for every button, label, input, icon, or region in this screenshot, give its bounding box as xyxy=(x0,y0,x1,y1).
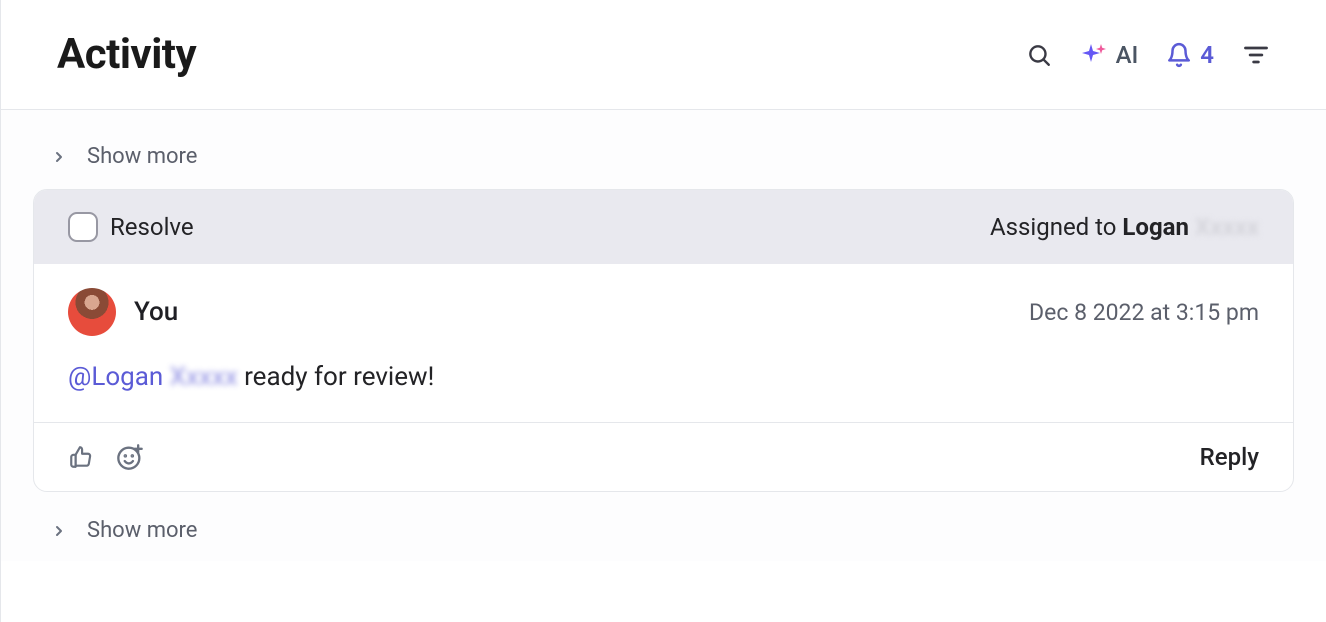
chevron-right-icon xyxy=(51,149,67,165)
search-button[interactable] xyxy=(1026,42,1052,68)
activity-content: Show more Resolve Assigned to Logan Xxxx… xyxy=(1,110,1326,561)
chevron-right-icon xyxy=(51,523,67,539)
assigned-prefix: Assigned to xyxy=(990,213,1122,241)
comment-thread-card: Resolve Assigned to Logan Xxxxx You Dec … xyxy=(33,189,1294,492)
page-title: Activity xyxy=(57,30,196,79)
comment-timestamp: Dec 8 2022 at 3:15 pm xyxy=(1029,299,1259,326)
thumbs-up-icon xyxy=(68,444,94,470)
show-more-top[interactable]: Show more xyxy=(19,136,1308,187)
ai-label: AI xyxy=(1116,41,1139,69)
assigned-name: Logan xyxy=(1122,213,1189,241)
notifications-button[interactable]: 4 xyxy=(1166,41,1214,69)
resolve-label: Resolve xyxy=(110,213,194,241)
add-emoji-button[interactable] xyxy=(116,443,144,471)
show-more-bottom[interactable]: Show more xyxy=(19,510,1308,561)
author-name: You xyxy=(134,297,178,327)
ai-button[interactable]: AI xyxy=(1080,41,1139,69)
show-more-label: Show more xyxy=(87,144,197,169)
comment-meta-row: You Dec 8 2022 at 3:15 pm xyxy=(68,288,1259,336)
search-icon xyxy=(1026,42,1052,68)
resolve-group: Resolve xyxy=(68,212,194,242)
emoji-add-icon xyxy=(116,443,144,471)
mention-handle: @Logan xyxy=(68,362,163,392)
mention-surname: Xxxxx xyxy=(170,362,238,392)
header-actions: AI 4 xyxy=(1026,41,1270,69)
comment-author: You xyxy=(68,288,178,336)
assigned-surname: Xxxxx xyxy=(1195,213,1259,241)
comment-body: ready for review! xyxy=(238,362,435,392)
thread-footer: Reply xyxy=(34,422,1293,491)
bell-icon xyxy=(1166,42,1192,68)
thread-body: You Dec 8 2022 at 3:15 pm @Logan Xxxxx r… xyxy=(34,264,1293,422)
filter-button[interactable] xyxy=(1242,41,1270,69)
comment-text: @Logan Xxxxx ready for review! xyxy=(68,362,1259,392)
thread-header: Resolve Assigned to Logan Xxxxx xyxy=(34,190,1293,264)
reply-button[interactable]: Reply xyxy=(1200,443,1259,471)
resolve-checkbox[interactable] xyxy=(68,212,98,242)
activity-panel: Activity AI xyxy=(0,0,1326,622)
avatar xyxy=(68,288,116,336)
show-more-label: Show more xyxy=(87,518,197,543)
assigned-to: Assigned to Logan Xxxxx xyxy=(990,213,1259,241)
notification-count: 4 xyxy=(1200,41,1214,69)
sparkle-icon xyxy=(1080,41,1108,69)
thumbs-up-button[interactable] xyxy=(68,444,94,470)
filter-icon xyxy=(1242,41,1270,69)
reaction-actions xyxy=(68,443,144,471)
panel-header: Activity AI xyxy=(1,0,1326,110)
mention[interactable]: @Logan Xxxxx xyxy=(68,362,238,392)
